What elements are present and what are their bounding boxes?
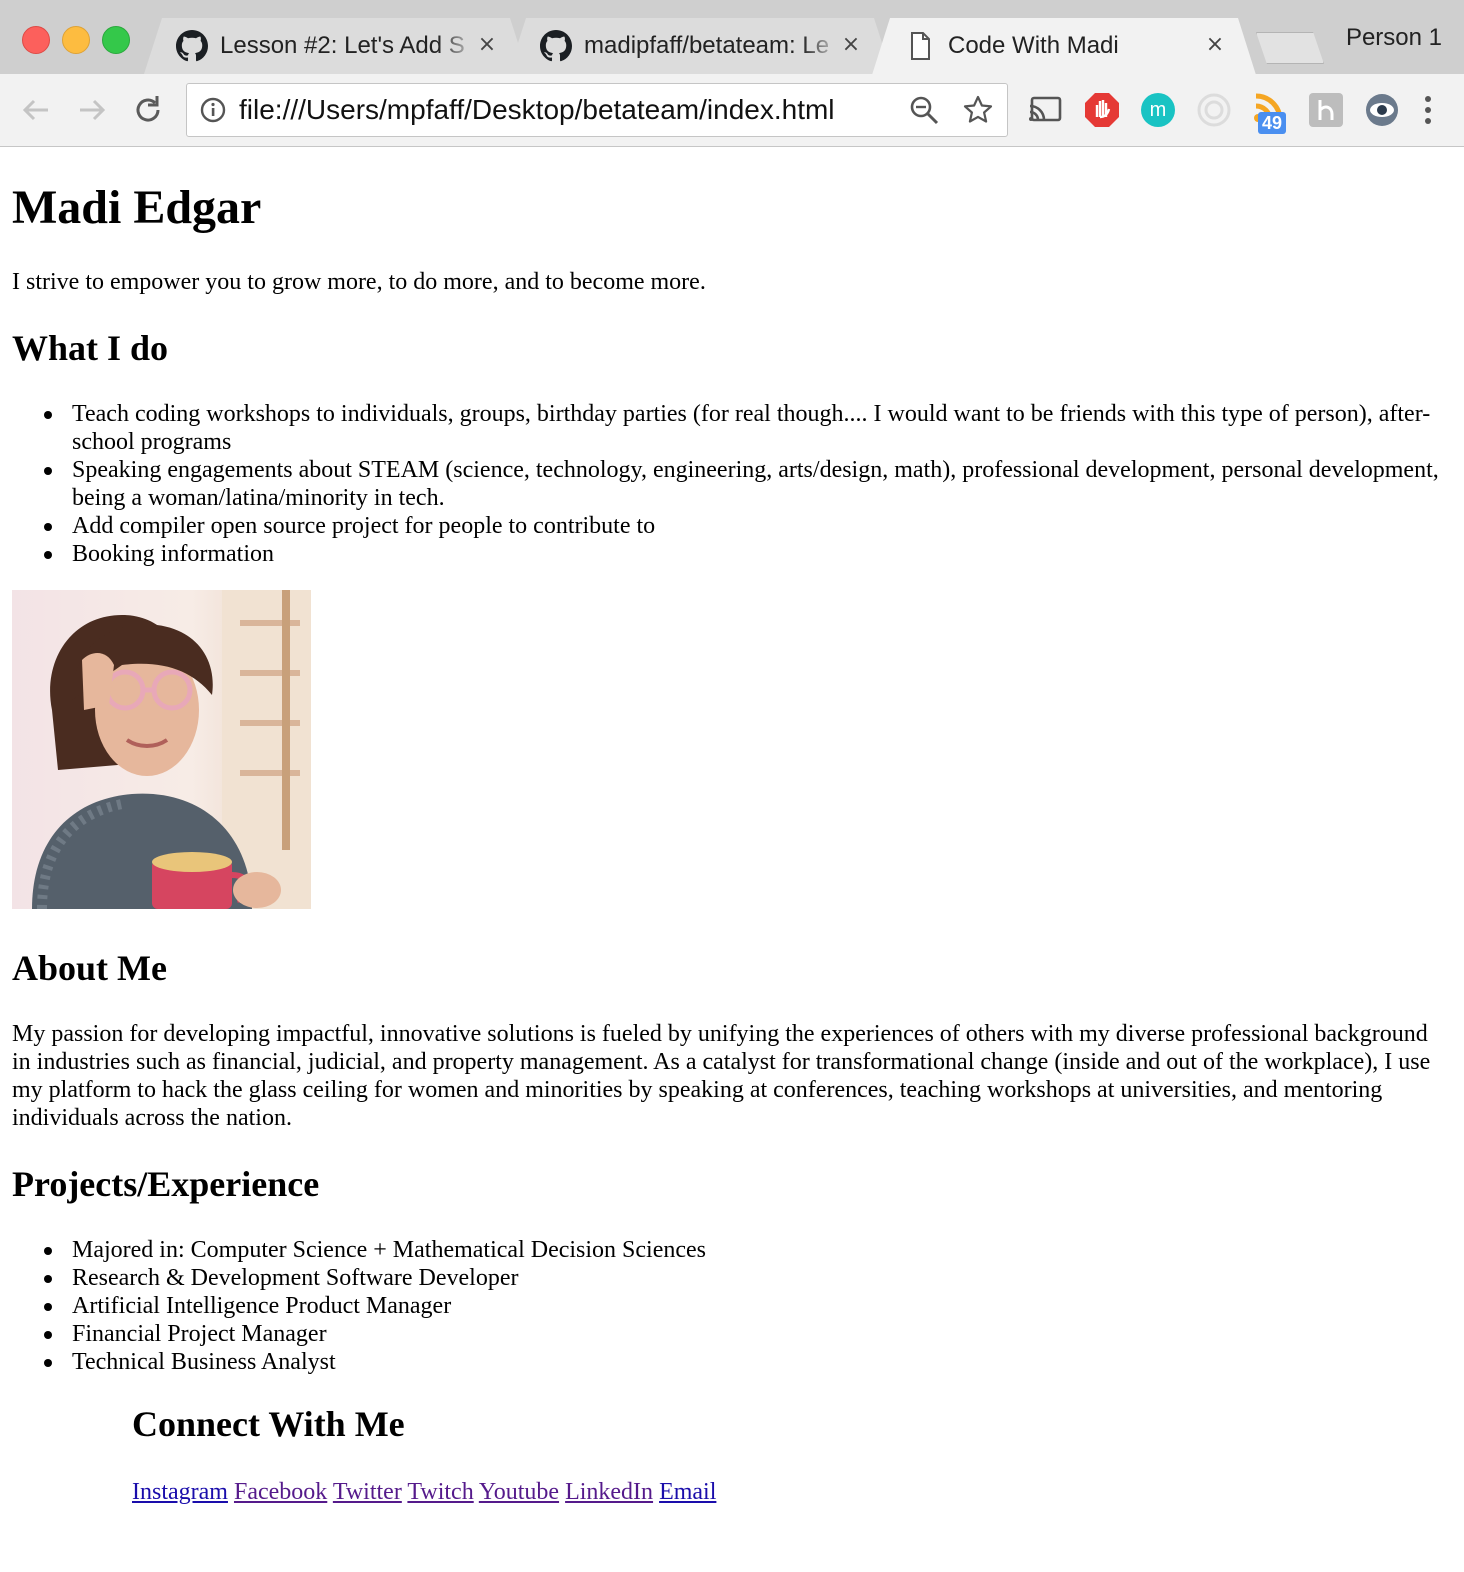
zoom-window-button[interactable] bbox=[102, 26, 130, 54]
tab-close-icon[interactable]: × bbox=[1202, 32, 1228, 58]
bookmark-star-icon[interactable] bbox=[963, 95, 993, 125]
more-menu-icon[interactable] bbox=[1414, 92, 1442, 128]
list-item: Booking information bbox=[0, 540, 1440, 568]
twitter-link[interactable]: Twitter bbox=[333, 1479, 402, 1505]
tab-code-with-madi[interactable]: Code With Madi × bbox=[872, 18, 1256, 75]
list-item: Technical Business Analyst bbox=[0, 1348, 1440, 1376]
what-i-do-list: Teach coding workshops to individuals, g… bbox=[0, 400, 1440, 568]
linkedin-link[interactable]: LinkedIn bbox=[565, 1479, 653, 1505]
cast-icon[interactable] bbox=[1026, 90, 1066, 130]
list-item: Teach coding workshops to individuals, g… bbox=[0, 400, 1440, 456]
tab-title: Lesson #2: Let's Add S bbox=[220, 32, 465, 59]
close-window-button[interactable] bbox=[22, 26, 50, 54]
document-icon bbox=[904, 30, 936, 62]
about-text: My passion for developing impactful, inn… bbox=[12, 1021, 1431, 1131]
zoom-icon[interactable] bbox=[909, 95, 939, 125]
projects-heading: Projects/Experience bbox=[12, 1164, 320, 1204]
tab-title: Code With Madi bbox=[948, 32, 1119, 59]
list-item: Artificial Intelligence Product Manager bbox=[0, 1292, 1440, 1320]
reload-icon[interactable] bbox=[130, 92, 166, 128]
adblock-icon[interactable] bbox=[1082, 90, 1122, 130]
target-extension-icon[interactable] bbox=[1194, 90, 1234, 130]
list-item: Add compiler open source project for peo… bbox=[0, 512, 1440, 540]
profile-name[interactable]: Person 1 bbox=[1346, 24, 1442, 52]
github-icon bbox=[176, 30, 208, 62]
email-link[interactable]: Email bbox=[659, 1479, 716, 1505]
tab-close-icon[interactable]: × bbox=[838, 32, 864, 58]
list-item: Research & Development Software Develope… bbox=[0, 1264, 1440, 1292]
forward-arrow-icon[interactable] bbox=[74, 92, 110, 128]
projects-list: Majored in: Computer Science + Mathemati… bbox=[0, 1236, 1440, 1376]
notification-badge: 49 bbox=[1258, 112, 1287, 134]
instagram-link[interactable]: Instagram bbox=[132, 1479, 228, 1505]
profile-photo bbox=[12, 590, 311, 909]
tab-github-repo[interactable]: madipfaff/betateam: Le × bbox=[508, 18, 892, 74]
page-title: Madi Edgar bbox=[12, 181, 262, 234]
list-item: Speaking engagements about STEAM (scienc… bbox=[0, 456, 1440, 512]
tab-lesson[interactable]: Lesson #2: Let's Add S × bbox=[144, 18, 528, 74]
minimize-window-button[interactable] bbox=[62, 26, 90, 54]
address-bar[interactable]: file:///Users/mpfaff/Desktop/betateam/in… bbox=[186, 83, 1008, 137]
github-icon bbox=[540, 30, 572, 62]
facebook-link[interactable]: Facebook bbox=[234, 1479, 327, 1505]
eye-extension-icon[interactable] bbox=[1362, 90, 1402, 130]
info-icon[interactable] bbox=[199, 96, 227, 124]
url-text[interactable]: file:///Users/mpfaff/Desktop/betateam/in… bbox=[239, 92, 835, 128]
connect-heading: Connect With Me bbox=[132, 1404, 405, 1444]
social-links: Instagram Facebook Twitter Twitch Youtub… bbox=[132, 1478, 716, 1506]
tagline: I strive to empower you to grow more, to… bbox=[12, 269, 706, 295]
portrait-image bbox=[12, 590, 311, 909]
list-item: Majored in: Computer Science + Mathemati… bbox=[0, 1236, 1440, 1264]
twitch-link[interactable]: Twitch bbox=[407, 1479, 473, 1505]
tab-close-icon[interactable]: × bbox=[474, 32, 500, 58]
what-i-do-heading: What I do bbox=[12, 328, 169, 368]
youtube-link[interactable]: Youtube bbox=[479, 1479, 559, 1505]
browser-toolbar: file:///Users/mpfaff/Desktop/betateam/in… bbox=[0, 74, 1464, 147]
new-tab-button[interactable] bbox=[1256, 32, 1324, 64]
svg-text:m: m bbox=[1150, 99, 1167, 121]
tab-strip: Lesson #2: Let's Add S × madipfaff/betat… bbox=[0, 0, 1464, 75]
about-heading: About Me bbox=[12, 948, 167, 988]
tab-title: madipfaff/betateam: Le bbox=[584, 32, 830, 59]
momentum-icon[interactable]: m bbox=[1138, 90, 1178, 130]
list-item: Financial Project Manager bbox=[0, 1320, 1440, 1348]
back-arrow-icon[interactable] bbox=[18, 92, 54, 128]
honey-icon[interactable] bbox=[1306, 90, 1346, 130]
